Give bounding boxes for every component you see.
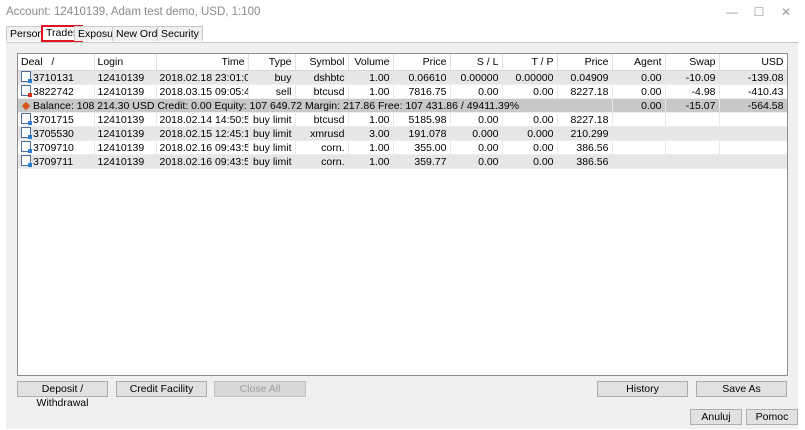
credit-facility-button[interactable]: Credit Facility xyxy=(116,381,207,397)
column-header-swap[interactable]: Swap xyxy=(665,54,720,71)
pending-order-icon xyxy=(21,113,32,125)
account-summary-row: Balance: 108 214.30 USD Credit: 0.00 Equ… xyxy=(18,98,787,113)
column-header-time[interactable]: Time xyxy=(156,54,249,71)
close-all-button[interactable]: Close All xyxy=(214,381,306,397)
trades-table[interactable]: Deal / Login Time Type Symbol Volume Pri… xyxy=(17,53,788,376)
table-row[interactable]: 3822742 12410139 2018.03.15 09:05:43 sel… xyxy=(18,84,787,99)
column-header-current-price[interactable]: Price xyxy=(557,54,613,71)
table-row[interactable]: 3709710 12410139 2018.02.16 09:43:59 buy… xyxy=(18,140,787,155)
minimize-button[interactable]: — xyxy=(722,3,742,21)
table-row[interactable]: 3705530 12410139 2018.02.15 12:45:15 buy… xyxy=(18,126,787,141)
maximize-button[interactable]: ☐ xyxy=(749,3,769,21)
table-row[interactable]: 3701715 12410139 2018.02.14 14:50:54 buy… xyxy=(18,112,787,127)
window-titlebar: Account: 12410139, Adam test demo, USD, … xyxy=(0,0,805,24)
column-header-login[interactable]: Login xyxy=(94,54,157,71)
table-row[interactable]: 3709711 12410139 2018.02.16 09:43:59 buy… xyxy=(18,154,787,169)
column-header-tp[interactable]: T / P xyxy=(502,54,558,71)
account-summary-text: Balance: 108 214.30 USD Credit: 0.00 Equ… xyxy=(33,99,520,112)
sort-indicator: / xyxy=(51,56,55,68)
cancel-button[interactable]: Anuluj xyxy=(690,409,742,425)
account-summary-icon xyxy=(21,101,31,110)
table-header: Deal / Login Time Type Symbol Volume Pri… xyxy=(18,54,787,71)
column-header-volume[interactable]: Volume xyxy=(348,54,394,71)
buy-position-icon xyxy=(21,71,32,83)
sell-position-icon xyxy=(21,85,32,97)
column-header-price[interactable]: Price xyxy=(393,54,451,71)
table-row[interactable]: 3710131 12410139 2018.02.18 23:01:04 buy… xyxy=(18,70,787,85)
column-header-symbol[interactable]: Symbol xyxy=(295,54,349,71)
column-header-agent[interactable]: Agent xyxy=(612,54,666,71)
column-header-deal[interactable]: Deal / xyxy=(18,54,95,71)
window-title: Account: 12410139, Adam test demo, USD, … xyxy=(6,6,261,18)
history-button[interactable]: History xyxy=(597,381,688,397)
column-header-type[interactable]: Type xyxy=(248,54,296,71)
pending-order-icon xyxy=(21,141,32,153)
pending-order-icon xyxy=(21,127,32,139)
pending-order-icon xyxy=(21,155,32,167)
help-button[interactable]: Pomoc xyxy=(746,409,798,425)
tab-security[interactable]: Security xyxy=(157,26,203,41)
save-as-button[interactable]: Save As xyxy=(696,381,787,397)
close-button[interactable]: ✕ xyxy=(776,3,796,21)
column-header-usd[interactable]: USD xyxy=(719,54,787,71)
column-header-sl[interactable]: S / L xyxy=(450,54,503,71)
deposit-withdrawal-button[interactable]: Deposit / Withdrawal xyxy=(17,381,108,409)
